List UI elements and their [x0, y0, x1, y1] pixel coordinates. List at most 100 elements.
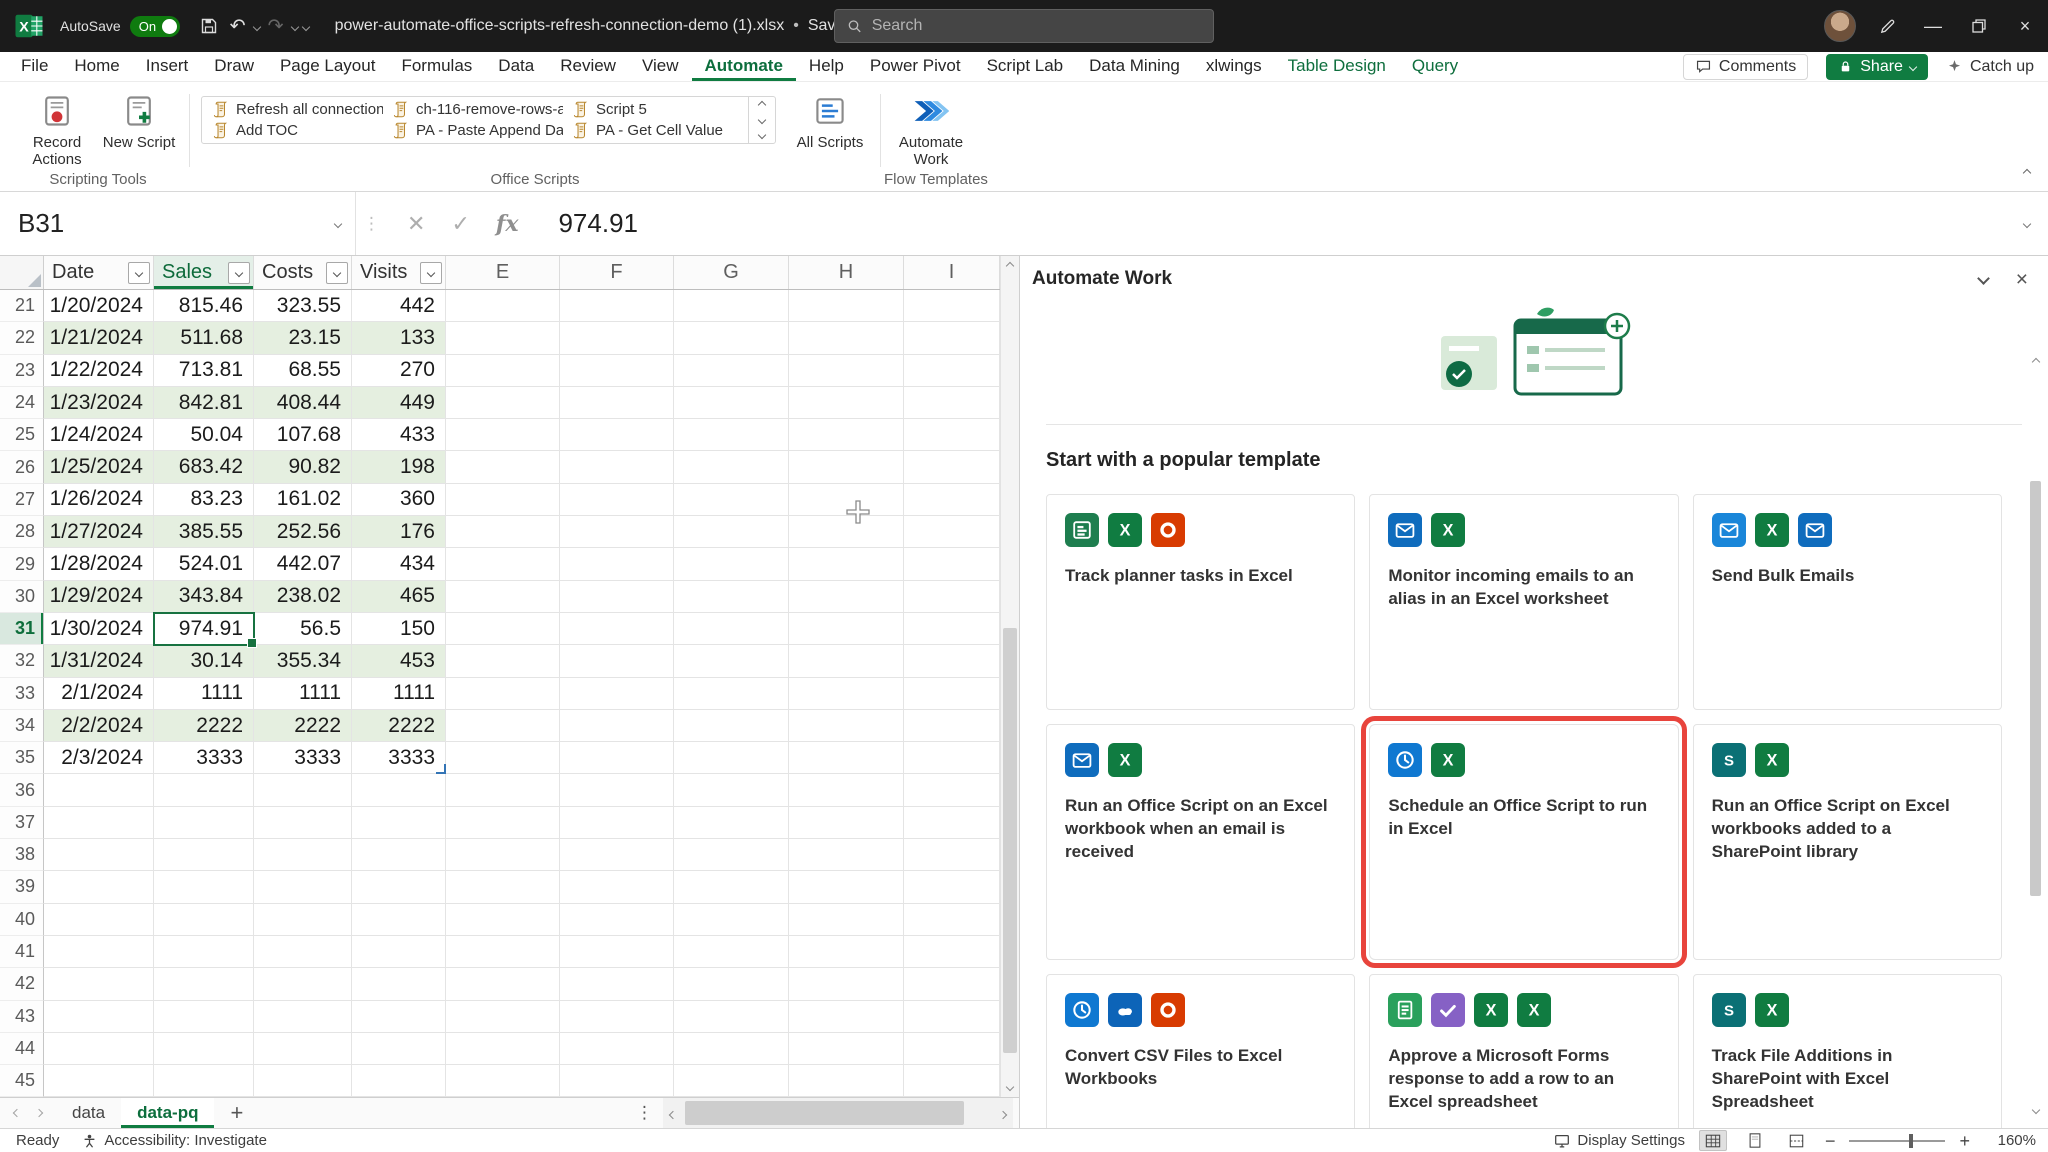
column-header-h[interactable]: H — [789, 256, 904, 289]
filter-button[interactable] — [326, 262, 348, 284]
cell[interactable] — [44, 774, 154, 806]
cell[interactable] — [904, 581, 1000, 613]
cell[interactable]: 2/2/2024 — [44, 710, 154, 742]
office-script-item-pa-get-cell-value[interactable]: PA - Get Cell Value — [567, 121, 743, 140]
zoom-out-button[interactable]: − — [1825, 1132, 1836, 1150]
cell[interactable] — [789, 355, 904, 387]
cell[interactable] — [904, 322, 1000, 354]
row-header-40[interactable]: 40 — [0, 904, 44, 936]
cell[interactable] — [446, 1065, 560, 1097]
cell[interactable] — [446, 451, 560, 483]
row-header-33[interactable]: 33 — [0, 678, 44, 710]
office-script-item-pa-paste-append-dat[interactable]: PA - Paste Append Dat... — [387, 121, 563, 140]
cell[interactable]: 1/21/2024 — [44, 322, 154, 354]
cell[interactable] — [154, 807, 254, 839]
cell[interactable] — [904, 548, 1000, 580]
cell[interactable] — [560, 807, 674, 839]
cell[interactable] — [904, 774, 1000, 806]
zoom-slider[interactable] — [1849, 1140, 1945, 1142]
gallery-scroll-up-icon[interactable] — [749, 97, 775, 112]
cell[interactable] — [560, 1033, 674, 1065]
row-header-36[interactable]: 36 — [0, 774, 44, 806]
prev-sheet-icon[interactable] — [13, 1109, 21, 1117]
cell[interactable] — [789, 904, 904, 936]
column-header-i[interactable]: I — [904, 256, 1000, 289]
cell[interactable] — [789, 968, 904, 1000]
cell[interactable] — [560, 451, 674, 483]
restore-button[interactable] — [1956, 0, 2002, 52]
cell[interactable] — [904, 290, 1000, 322]
cell[interactable] — [446, 290, 560, 322]
ribbon-tab-review[interactable]: Review — [547, 52, 629, 81]
template-card-monitor-incoming-emails-to-an-alias-in-an-[interactable]: XMonitor incoming emails to an alias in … — [1369, 494, 1678, 710]
template-card-convert-csv-files-to-excel-workbooks[interactable]: Convert CSV Files to Excel Workbooks — [1046, 974, 1355, 1128]
cell[interactable] — [789, 645, 904, 677]
cell[interactable] — [560, 645, 674, 677]
filter-button[interactable] — [228, 262, 250, 284]
cell[interactable] — [789, 387, 904, 419]
cell[interactable] — [904, 419, 1000, 451]
cell[interactable] — [560, 613, 674, 645]
cell[interactable]: 3333 — [352, 742, 446, 774]
scroll-left-icon[interactable] — [663, 1103, 683, 1123]
vertical-scrollbar[interactable] — [1000, 256, 1019, 1097]
office-script-item-refresh-all-connections[interactable]: Refresh all connections — [207, 100, 383, 119]
cell[interactable]: 343.84 — [154, 581, 254, 613]
cell[interactable] — [904, 678, 1000, 710]
cell[interactable] — [904, 904, 1000, 936]
cell[interactable]: 1/31/2024 — [44, 645, 154, 677]
column-header-costs[interactable]: Costs — [254, 256, 352, 289]
cell[interactable]: 511.68 — [154, 322, 254, 354]
cell[interactable] — [154, 904, 254, 936]
cell[interactable] — [789, 807, 904, 839]
cell[interactable] — [254, 807, 352, 839]
ribbon-tab-draw[interactable]: Draw — [201, 52, 267, 81]
cell[interactable] — [674, 678, 789, 710]
cell[interactable]: 1/22/2024 — [44, 355, 154, 387]
cell[interactable]: 133 — [352, 322, 446, 354]
cell[interactable]: 56.5 — [254, 613, 352, 645]
cell[interactable] — [446, 1001, 560, 1033]
cell[interactable] — [446, 904, 560, 936]
cell[interactable]: 355.34 — [254, 645, 352, 677]
cell[interactable] — [44, 839, 154, 871]
cell[interactable] — [674, 742, 789, 774]
row-header-26[interactable]: 26 — [0, 451, 44, 483]
row-header-32[interactable]: 32 — [0, 645, 44, 677]
row-header-29[interactable]: 29 — [0, 548, 44, 580]
cell[interactable]: 442 — [352, 290, 446, 322]
cell[interactable] — [44, 1001, 154, 1033]
customize-toolbar-icon[interactable] — [301, 17, 311, 35]
cell[interactable] — [789, 742, 904, 774]
gallery-more-icon[interactable] — [749, 128, 775, 143]
scroll-right-icon[interactable] — [993, 1103, 1013, 1123]
column-header-e[interactable]: E — [446, 256, 560, 289]
cell[interactable] — [352, 904, 446, 936]
cell[interactable] — [154, 839, 254, 871]
cell[interactable] — [789, 322, 904, 354]
cell[interactable] — [446, 419, 560, 451]
cell[interactable] — [560, 871, 674, 903]
column-header-f[interactable]: F — [560, 256, 674, 289]
cell[interactable] — [352, 1065, 446, 1097]
cell[interactable] — [154, 1033, 254, 1065]
cell[interactable] — [674, 1033, 789, 1065]
cell[interactable] — [904, 355, 1000, 387]
cell[interactable]: 83.23 — [154, 484, 254, 516]
cell[interactable] — [674, 904, 789, 936]
save-button[interactable] — [194, 10, 224, 42]
row-header-44[interactable]: 44 — [0, 1033, 44, 1065]
cell[interactable]: 270 — [352, 355, 446, 387]
cancel-entry-icon[interactable]: ✕ — [407, 211, 425, 237]
cell[interactable] — [789, 516, 904, 548]
ribbon-tab-query[interactable]: Query — [1399, 52, 1471, 81]
cell[interactable] — [789, 710, 904, 742]
redo-button[interactable]: ↷ — [263, 10, 289, 42]
template-card-schedule-an-office-script-to-run-in-excel[interactable]: XSchedule an Office Script to run in Exc… — [1369, 724, 1678, 960]
cell[interactable] — [352, 774, 446, 806]
cell[interactable] — [44, 936, 154, 968]
undo-button[interactable]: ↶ — [225, 10, 251, 42]
template-card-track-file-additions-in-sharepoint-with-ex[interactable]: SXTrack File Additions in SharePoint wit… — [1693, 974, 2002, 1128]
cell[interactable] — [254, 968, 352, 1000]
row-header-35[interactable]: 35 — [0, 742, 44, 774]
